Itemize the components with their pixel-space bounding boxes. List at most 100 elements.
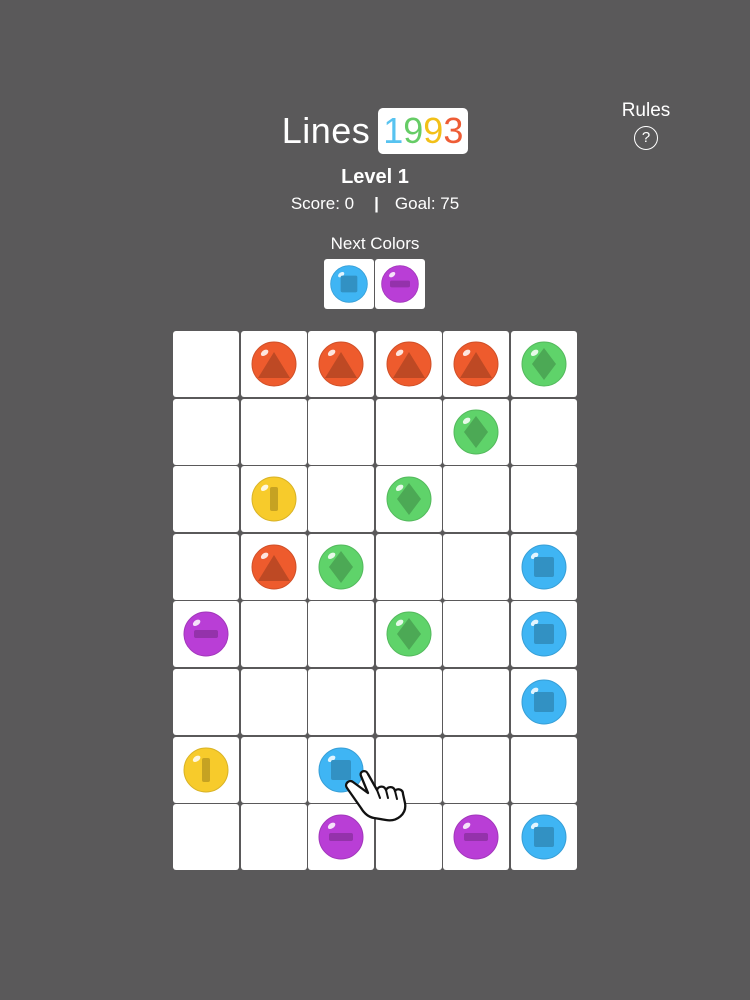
red-ball[interactable] [385, 340, 433, 388]
board-cell[interactable] [240, 668, 307, 735]
yellow-ball[interactable] [250, 475, 298, 523]
blue-ball[interactable] [520, 813, 568, 861]
board-cell[interactable] [240, 736, 307, 803]
goal-value: Goal: 75 [394, 194, 460, 213]
red-ball[interactable] [452, 340, 500, 388]
board-cell[interactable] [375, 668, 442, 735]
next-colors-label: Next Colors [330, 234, 420, 253]
green-ball[interactable] [317, 543, 365, 591]
board-cell[interactable] [173, 668, 239, 735]
blue-ball[interactable] [520, 678, 568, 726]
red-ball[interactable] [250, 543, 298, 591]
purple-ball[interactable] [182, 610, 230, 658]
year-digit: 3 [443, 110, 464, 151]
square-icon [533, 691, 554, 712]
year-digit: 1 [383, 110, 404, 151]
board-cell[interactable] [240, 601, 307, 668]
board-cell[interactable] [240, 533, 307, 600]
score-separator: | [374, 194, 379, 213]
board-cell[interactable] [375, 804, 442, 871]
board-cell[interactable] [240, 466, 307, 533]
board-cell[interactable] [308, 668, 375, 735]
board-cell[interactable] [173, 736, 239, 803]
board-cell[interactable] [375, 736, 442, 803]
board-cell[interactable] [510, 668, 577, 735]
blue-ball [330, 265, 368, 303]
horizontal-bar-icon [464, 833, 489, 842]
board-cell[interactable] [375, 533, 442, 600]
board-cell[interactable] [308, 331, 375, 397]
title-word: Lines [281, 110, 371, 151]
horizontal-bar-icon [194, 630, 218, 639]
horizontal-bar-icon [329, 833, 354, 842]
green-ball[interactable] [520, 340, 568, 388]
square-icon [533, 556, 554, 577]
help-icon[interactable]: ? [634, 126, 658, 150]
board-cell[interactable] [173, 804, 239, 871]
blue-ball[interactable] [317, 746, 365, 794]
board-cell[interactable] [443, 804, 510, 871]
green-ball[interactable] [385, 610, 433, 658]
board-cell[interactable] [173, 331, 239, 397]
blue-ball[interactable] [520, 543, 568, 591]
board-cell[interactable] [375, 331, 442, 397]
board-cell[interactable] [510, 804, 577, 871]
next-color-tile [324, 259, 374, 309]
board-cell[interactable] [510, 466, 577, 533]
green-ball[interactable] [452, 408, 500, 456]
square-icon [331, 759, 352, 780]
year-digit: 9 [423, 110, 444, 151]
board-cell[interactable] [308, 736, 375, 803]
board-cell[interactable] [173, 533, 239, 600]
title-year-badge: 1 9 9 3 [378, 108, 469, 154]
rules-label: Rules [621, 100, 671, 121]
board-cell[interactable] [443, 533, 510, 600]
square-icon [533, 827, 554, 848]
yellow-ball[interactable] [182, 746, 230, 794]
board-cell[interactable] [510, 533, 577, 600]
board-cell[interactable] [308, 466, 375, 533]
board-cell[interactable] [510, 736, 577, 803]
board-cell[interactable] [240, 398, 307, 465]
horizontal-bar-icon [390, 280, 410, 288]
board-cell[interactable] [510, 601, 577, 668]
board-cell[interactable] [375, 601, 442, 668]
square-icon [533, 624, 554, 645]
next-color-tile [375, 259, 425, 309]
board-cell[interactable] [443, 331, 510, 397]
red-ball[interactable] [317, 340, 365, 388]
board-cell[interactable] [510, 398, 577, 465]
board-cell[interactable] [308, 601, 375, 668]
board-cell[interactable] [443, 601, 510, 668]
board-cell[interactable] [173, 466, 239, 533]
next-colors-preview [324, 259, 425, 309]
board-cell[interactable] [443, 398, 510, 465]
purple-ball [381, 265, 419, 303]
vertical-bar-icon [269, 487, 278, 512]
blue-ball[interactable] [520, 610, 568, 658]
purple-ball[interactable] [317, 813, 365, 861]
purple-ball[interactable] [452, 813, 500, 861]
red-ball[interactable] [250, 340, 298, 388]
board-cell[interactable] [240, 331, 307, 397]
rules-button[interactable]: Rules ? [612, 100, 680, 150]
vertical-bar-icon [202, 757, 210, 782]
game-board [173, 331, 577, 871]
score-value: Score: 0 [290, 194, 355, 213]
board-cell[interactable] [308, 804, 375, 871]
board-cell[interactable] [443, 466, 510, 533]
board-cell[interactable] [375, 466, 442, 533]
score-row: Score: 0 | Goal: 75 [0, 194, 750, 214]
board-cell[interactable] [173, 398, 239, 465]
board-cell[interactable] [240, 804, 307, 871]
board-cell[interactable] [443, 668, 510, 735]
board-cell[interactable] [375, 398, 442, 465]
board-cell[interactable] [510, 331, 577, 397]
level-title: Level 1 [341, 166, 409, 188]
board-cell[interactable] [308, 398, 375, 465]
square-icon [340, 275, 358, 293]
board-cell[interactable] [308, 533, 375, 600]
green-ball[interactable] [385, 475, 433, 523]
board-cell[interactable] [173, 601, 239, 668]
board-cell[interactable] [443, 736, 510, 803]
